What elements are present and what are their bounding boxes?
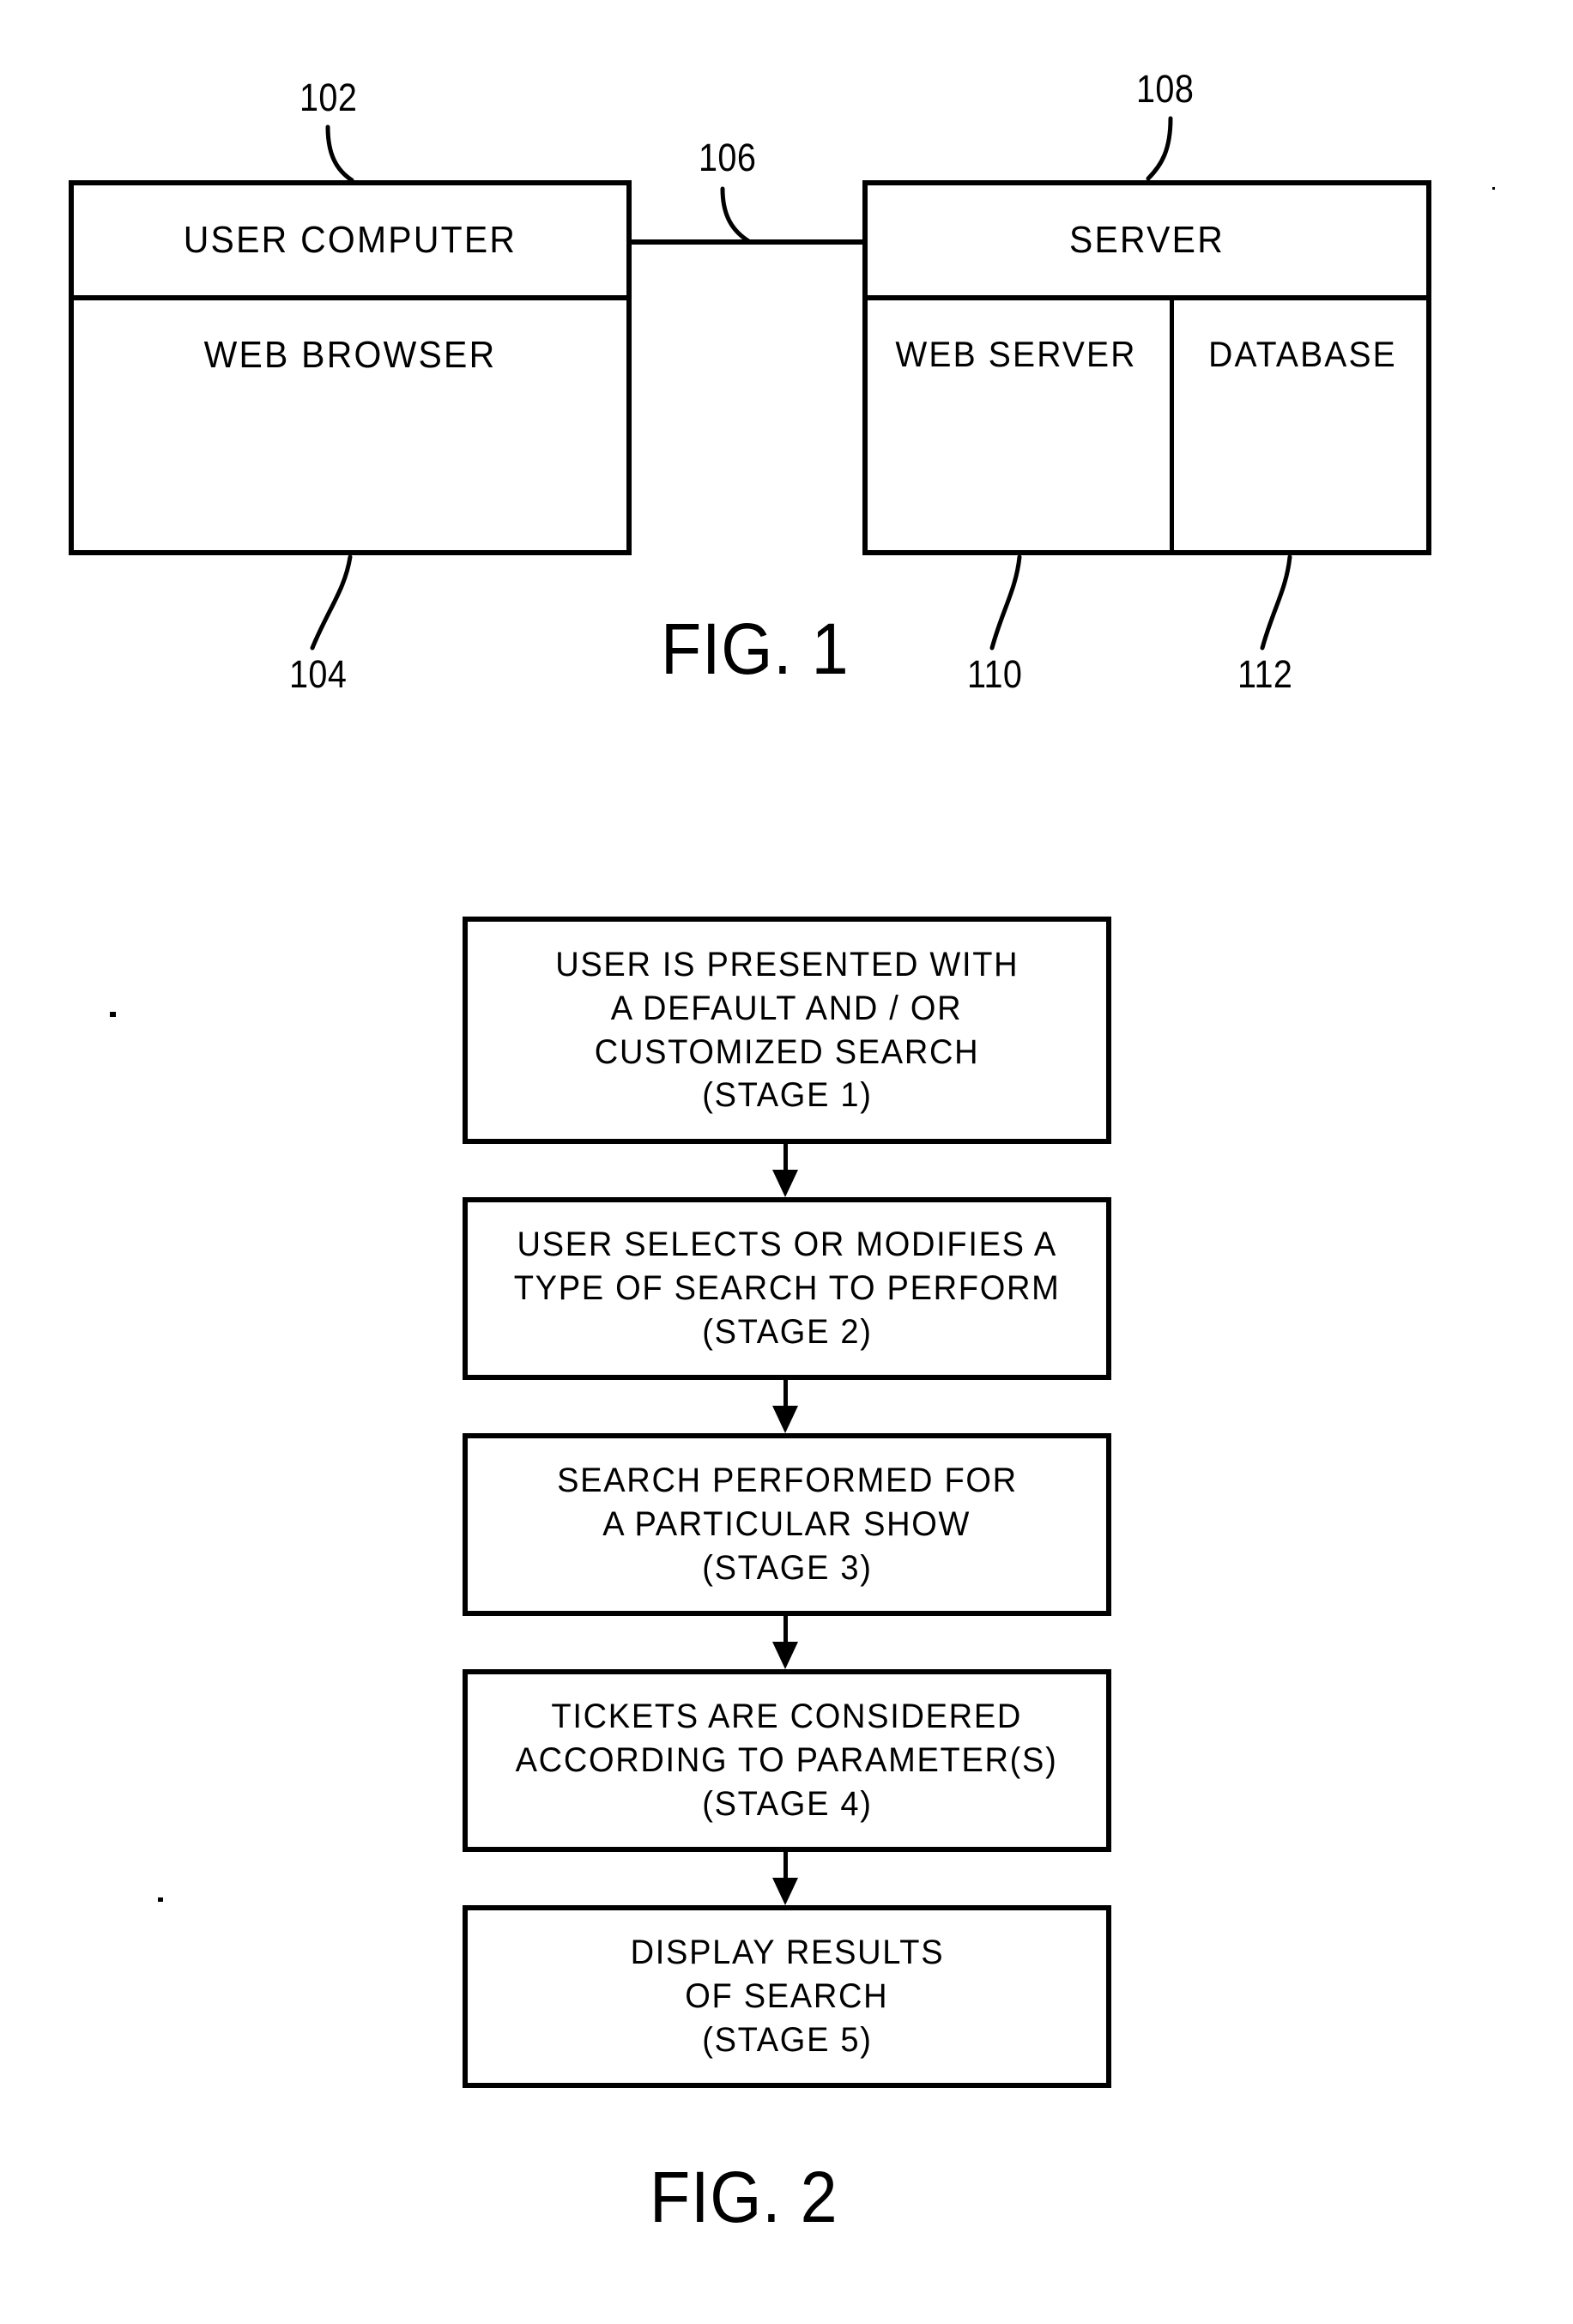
scan-speck-upper-left: [110, 1012, 116, 1017]
flow-stage-1-line-3: CUSTOMIZED SEARCH: [594, 1032, 980, 1071]
scan-speck-upper-right: [1492, 187, 1495, 190]
flow-stage-2-box: USER SELECTS OR MODIFIES A TYPE OF SEARC…: [463, 1197, 1111, 1380]
flow-stage-4-line-1: TICKETS ARE CONSIDERED: [551, 1698, 1023, 1736]
flow-arrow-3-to-4-head: [772, 1642, 798, 1669]
flow-stage-1-line-2: A DEFAULT AND / OR: [611, 989, 963, 1027]
flow-stage-1-box: USER IS PRESENTED WITH A DEFAULT AND / O…: [463, 917, 1111, 1144]
flow-stage-2-line-1: USER SELECTS OR MODIFIES A: [517, 1226, 1057, 1264]
flow-arrow-4-to-5-head: [772, 1878, 798, 1905]
flow-stage-1-line-1: USER IS PRESENTED WITH: [554, 945, 1019, 983]
flow-arrow-1-to-2-head: [772, 1170, 798, 1197]
flow-stage-4-line-3: (STAGE 4): [701, 1784, 873, 1823]
flow-stage-5-line-1: DISPLAY RESULTS: [630, 1934, 944, 1972]
figure-2: USER IS PRESENTED WITH A DEFAULT AND / O…: [0, 0, 1573, 2324]
flow-stage-2-line-3: (STAGE 2): [701, 1312, 873, 1351]
flow-stage-3-line-2: A PARTICULAR SHOW: [602, 1505, 971, 1544]
flow-stage-3-box: SEARCH PERFORMED FOR A PARTICULAR SHOW (…: [463, 1433, 1111, 1616]
flow-stage-4-box: TICKETS ARE CONSIDERED ACCORDING TO PARA…: [463, 1669, 1111, 1852]
patent-drawing-sheet: 102 108 106 USER COMPUTER WEB BROWSER SE…: [0, 0, 1573, 2324]
flow-stage-5-line-3: (STAGE 5): [701, 2020, 873, 2059]
flow-stage-2-line-2: TYPE OF SEARCH TO PERFORM: [513, 1269, 1061, 1308]
flow-arrow-2-to-3-head: [772, 1406, 798, 1433]
flow-stage-1-line-4: (STAGE 1): [701, 1076, 873, 1115]
figure-2-caption: FIG. 2: [650, 2157, 838, 2237]
scan-speck-lower-left: [158, 1897, 163, 1902]
flow-stage-5-box: DISPLAY RESULTS OF SEARCH (STAGE 5): [463, 1905, 1111, 2088]
flow-stage-4-line-2: ACCORDING TO PARAMETER(S): [516, 1741, 1058, 1780]
flow-stage-3-line-3: (STAGE 3): [701, 1548, 873, 1587]
flow-stage-5-line-2: OF SEARCH: [685, 1977, 889, 2016]
flow-stage-3-line-1: SEARCH PERFORMED FOR: [556, 1462, 1018, 1500]
